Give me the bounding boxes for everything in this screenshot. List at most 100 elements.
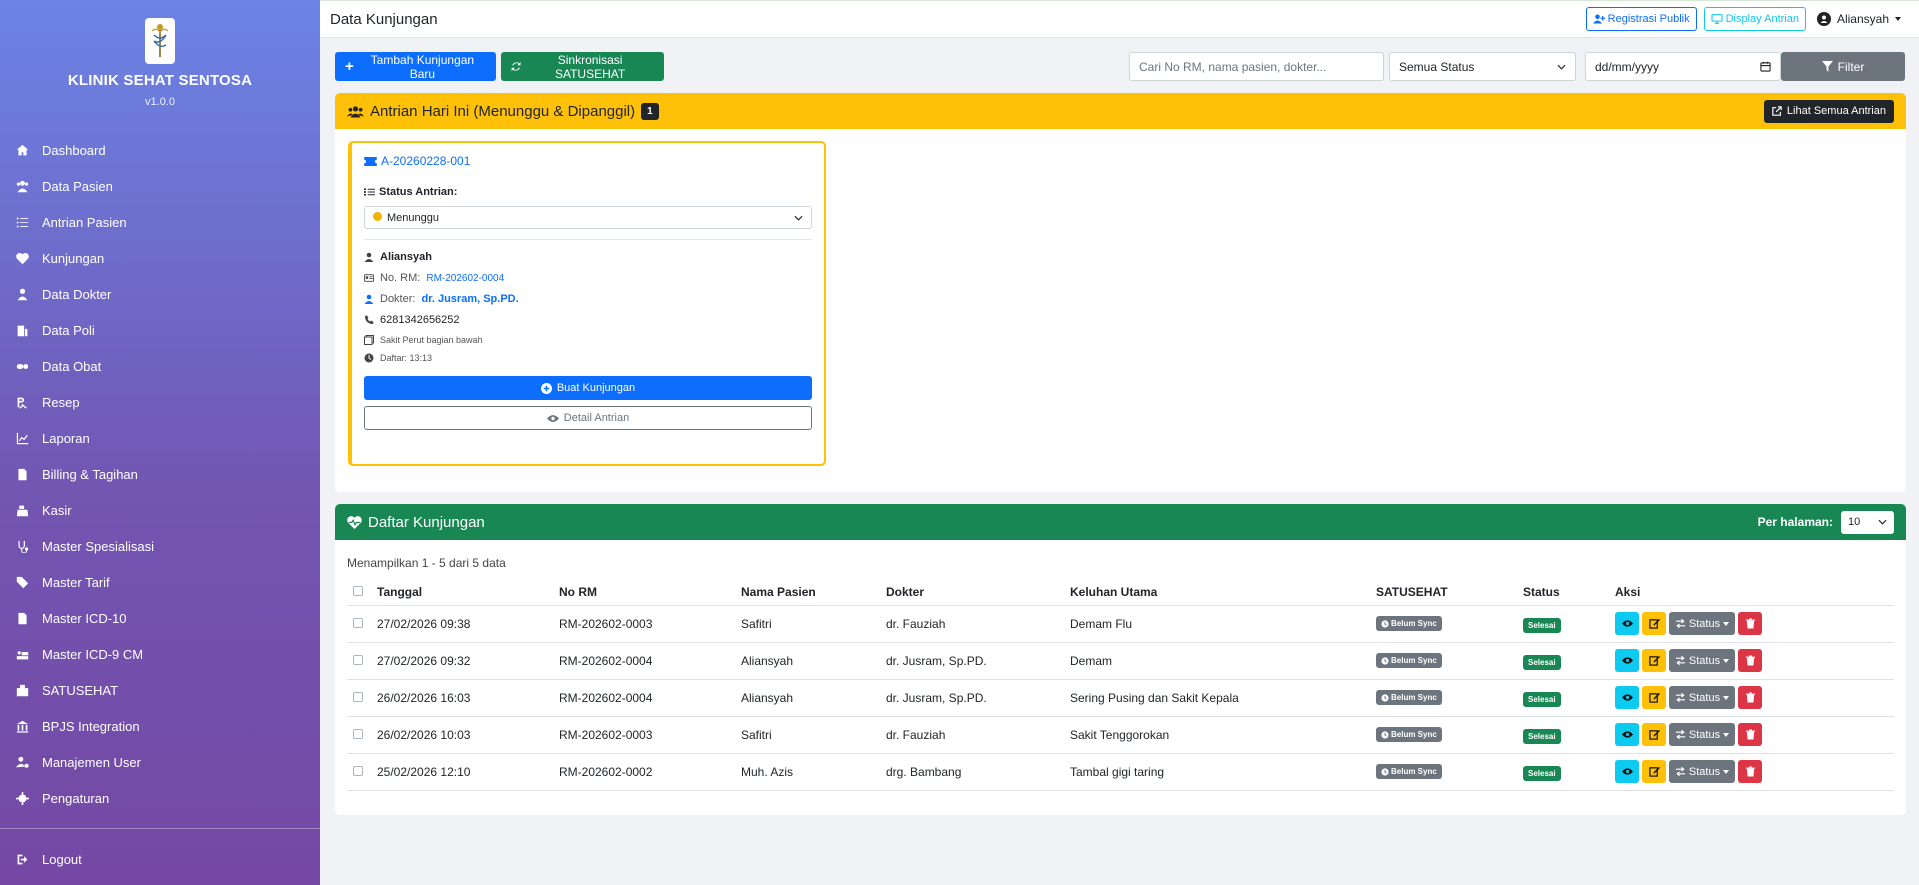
user-plus-icon [1592,14,1605,24]
sidebar-item-antrian-pasien[interactable]: Antrian Pasien [0,204,320,240]
display-antrian-button[interactable]: Display Antrian [1703,7,1806,31]
chevron-down-icon [1723,732,1730,737]
sidebar-item-satusehat[interactable]: SATUSEHAT [0,672,320,708]
cell-complaint: Tambal gigi taring [1064,753,1370,791]
cell-doctor: dr. Fauziah [880,605,1064,643]
users-icon [347,105,364,117]
view-all-queue-button[interactable]: Lihat Semua Antrian [1763,99,1894,123]
create-visit-button[interactable]: Buat Kunjungan [364,376,812,400]
queue-doctor-label: Dokter: [380,293,416,305]
delete-button[interactable] [1738,612,1762,635]
sidebar-item-laporan[interactable]: Laporan [0,420,320,456]
exchange-icon [1675,618,1685,629]
sidebar-item-data-dokter[interactable]: Data Dokter [0,276,320,312]
status-dropdown-button[interactable]: Status [1669,686,1735,709]
delete-button[interactable] [1738,760,1762,783]
col-nama-pasien: Nama Pasien [735,579,880,606]
eye-icon [1621,694,1633,701]
per-page-value: 10 [1848,516,1861,528]
queue-status-select[interactable]: Menunggu [364,206,812,229]
prescription-icon [16,396,42,409]
add-visit-button[interactable]: + Tambah Kunjungan Baru [335,52,496,81]
sidebar-item-master-icd-10[interactable]: Master ICD-10 [0,600,320,636]
satusehat-badge-text: Belum Sync [1391,730,1437,739]
sidebar-item-data-pasien[interactable]: Data Pasien [0,168,320,204]
row-checkbox[interactable] [353,765,363,776]
per-page-select[interactable]: 10 [1841,510,1894,534]
eye-icon [1621,657,1633,664]
queue-code[interactable]: A-20260228-001 [364,154,812,168]
exchange-icon [1675,729,1685,740]
delete-button[interactable] [1738,649,1762,672]
registrasi-publik-button[interactable]: Registrasi Publik [1585,7,1697,31]
delete-button[interactable] [1738,723,1762,746]
sidebar-item-master-spesialisasi[interactable]: Master Spesialisasi [0,528,320,564]
edit-button[interactable] [1642,612,1666,635]
external-link-icon [1772,106,1782,116]
date-filter-input[interactable]: dd/mm/yyyy [1585,52,1781,81]
cell-doctor: drg. Bambang [880,753,1064,791]
clock-icon [364,353,374,363]
search-input[interactable]: Cari No RM, nama pasien, dokter... [1129,52,1384,81]
sidebar-item-kasir[interactable]: Kasir [0,492,320,528]
delete-button[interactable] [1738,686,1762,709]
edit-button[interactable] [1642,760,1666,783]
status-dropdown-label: Status [1688,691,1721,704]
sidebar-item-kunjungan[interactable]: Kunjungan [0,240,320,276]
trash-icon [1745,766,1755,777]
cell-date: 26/02/2026 10:03 [371,716,553,754]
select-all-checkbox[interactable] [353,585,363,596]
logout-link[interactable]: Logout [0,841,320,877]
chevron-down-icon [1723,695,1730,700]
sidebar-item-master-tarif[interactable]: Master Tarif [0,564,320,600]
col-no-rm: No RM [553,579,735,606]
queue-status-value: Menunggu [387,211,439,224]
queue-phone-row: 6281342656252 [364,314,812,326]
status-filter-select[interactable]: Semua Status [1389,52,1576,81]
sidebar-item-dashboard[interactable]: Dashboard [0,132,320,168]
heartbeat-icon [347,515,362,529]
sidebar-item-data-obat[interactable]: Data Obat [0,348,320,384]
status-dropdown-button[interactable]: Status [1669,649,1735,672]
users-icon [16,180,42,193]
edit-button[interactable] [1642,649,1666,672]
calendar-icon [1760,61,1771,72]
sidebar-item-resep[interactable]: Resep [0,384,320,420]
queue-rm-value[interactable]: RM-202602-0004 [426,273,504,284]
queue-detail-button[interactable]: Detail Antrian [364,406,812,430]
queue-complaint-row: Sakit Perut bagian bawah [364,335,812,345]
view-button[interactable] [1615,686,1639,709]
row-checkbox[interactable] [353,691,363,702]
edit-button[interactable] [1642,686,1666,709]
sidebar-item-master-icd-9-cm[interactable]: Master ICD-9 CM [0,636,320,672]
row-checkbox[interactable] [353,654,363,665]
sidebar-item-billing-tagihan[interactable]: Billing & Tagihan [0,456,320,492]
id-card-icon [364,274,374,282]
user-circle-icon [1816,12,1831,26]
trash-icon [1745,729,1755,740]
row-checkbox[interactable] [353,728,363,739]
view-button[interactable] [1615,723,1639,746]
status-dropdown-button[interactable]: Status [1669,760,1735,783]
filter-button[interactable]: Filter [1781,52,1905,81]
view-button[interactable] [1615,649,1639,672]
sync-satusehat-button[interactable]: Sinkronisasi SATUSEHAT [501,52,664,81]
trash-icon [1745,692,1755,703]
status-dropdown-button[interactable]: Status [1669,723,1735,746]
sidebar-item-bpjs-integration[interactable]: BPJS Integration [0,708,320,744]
ticket-icon [364,156,377,166]
cell-date: 27/02/2026 09:32 [371,642,553,680]
status-dropdown-button[interactable]: Status [1669,612,1735,635]
exchange-icon [1675,692,1685,703]
view-button[interactable] [1615,760,1639,783]
file-invoice-icon [16,468,42,481]
row-checkbox[interactable] [353,617,363,628]
view-button[interactable] [1615,612,1639,635]
sidebar-item-data-poli[interactable]: Data Poli [0,312,320,348]
sidebar-item-manajemen-user[interactable]: Manajemen User [0,744,320,780]
queue-status-label: Status Antrian: [364,186,812,198]
user-menu[interactable]: Aliansyah [1816,12,1901,26]
sidebar-item-pengaturan[interactable]: Pengaturan [0,780,320,816]
edit-button[interactable] [1642,723,1666,746]
chevron-down-icon [1895,17,1901,21]
